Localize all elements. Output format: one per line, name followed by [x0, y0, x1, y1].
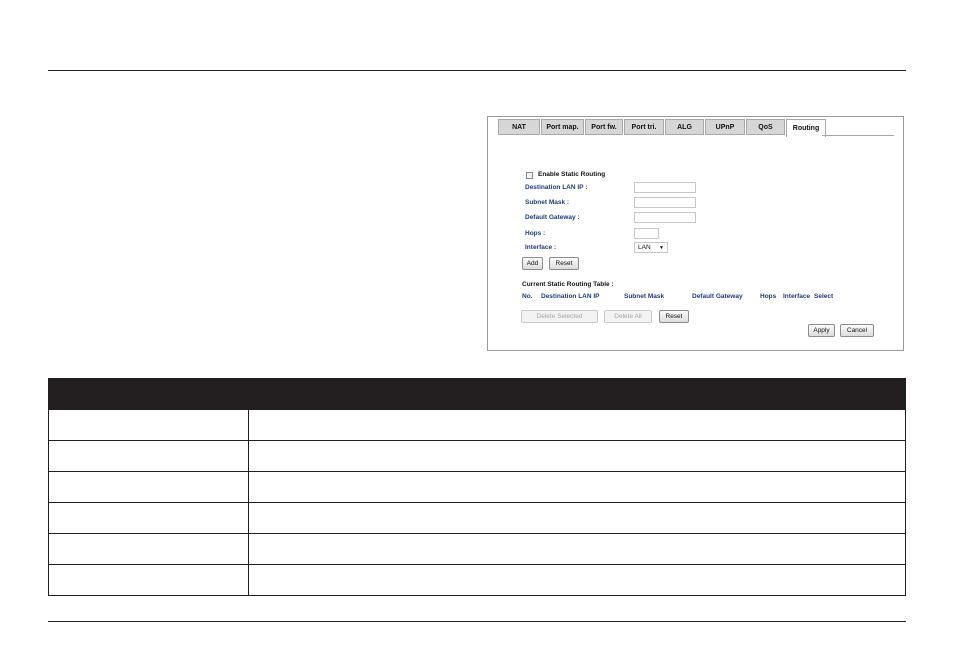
- enable-static-routing-checkbox[interactable]: [526, 172, 533, 179]
- reset-table-button[interactable]: Reset: [659, 310, 689, 323]
- top-rule: [48, 70, 906, 71]
- tab-upnp[interactable]: UPnP: [705, 119, 745, 135]
- add-button[interactable]: Add: [522, 257, 543, 270]
- tab-nat[interactable]: NAT: [498, 119, 540, 135]
- table-header-row: [48, 378, 906, 410]
- tab-qos[interactable]: QoS: [746, 119, 785, 135]
- table-cell: [248, 440, 906, 472]
- chevron-down-icon: ▼: [659, 244, 664, 251]
- routing-screenshot-panel: NAT Port map. Port fw. Port tri. ALG UPn…: [487, 116, 904, 351]
- default-gateway-input[interactable]: [634, 212, 696, 223]
- hops-input[interactable]: [634, 228, 659, 239]
- table-row: [48, 409, 906, 441]
- col-hops: Hops: [760, 293, 777, 300]
- subnet-mask-label: Subnet Mask :: [525, 199, 570, 206]
- routing-table-title: Current Static Routing Table :: [522, 281, 614, 288]
- table-cell: [48, 409, 249, 441]
- table-cell: [248, 502, 906, 534]
- subnet-mask-input[interactable]: [634, 197, 696, 208]
- cancel-button[interactable]: Cancel: [840, 324, 874, 337]
- tab-routing[interactable]: Routing: [786, 119, 826, 137]
- hops-label: Hops :: [525, 230, 546, 237]
- table-cell: [248, 471, 906, 503]
- enable-static-routing-label: Enable Static Routing: [538, 171, 606, 178]
- table-cell: [48, 440, 249, 472]
- col-subnet-mask: Subnet Mask: [624, 293, 665, 300]
- destination-lan-ip-input[interactable]: [634, 182, 696, 193]
- table-header-cell: [48, 378, 249, 410]
- tab-port-map[interactable]: Port map.: [541, 119, 584, 135]
- table-cell: [48, 564, 249, 596]
- description-table: [48, 378, 906, 596]
- col-no: No.: [522, 293, 533, 300]
- apply-button[interactable]: Apply: [808, 324, 835, 337]
- tab-alg[interactable]: ALG: [665, 119, 704, 135]
- tab-bar: NAT Port map. Port fw. Port tri. ALG UPn…: [498, 119, 827, 137]
- interface-select[interactable]: LAN ▼: [634, 242, 668, 253]
- table-row: [48, 471, 906, 503]
- bottom-rule: [48, 621, 906, 622]
- col-select: Select: [814, 293, 834, 300]
- table-cell: [48, 471, 249, 503]
- table-row: [48, 502, 906, 534]
- destination-lan-ip-label: Destination LAN IP :: [525, 184, 588, 191]
- table-cell: [248, 533, 906, 565]
- table-cell: [248, 564, 906, 596]
- col-destination-lan-ip: Destination LAN IP: [541, 293, 600, 300]
- col-default-gateway: Default Gateway: [692, 293, 743, 300]
- reset-form-button[interactable]: Reset: [549, 257, 579, 270]
- delete-all-button[interactable]: Delete All: [604, 310, 652, 323]
- interface-select-value: LAN: [638, 244, 651, 251]
- tab-port-fw[interactable]: Port fw.: [585, 119, 623, 135]
- table-cell: [48, 533, 249, 565]
- table-cell: [48, 502, 249, 534]
- col-interface: Interface: [783, 293, 811, 300]
- table-cell: [248, 409, 906, 441]
- table-row: [48, 440, 906, 472]
- default-gateway-label: Default Gateway :: [525, 214, 580, 221]
- tab-divider: [822, 135, 894, 136]
- table-header-cell: [248, 378, 906, 410]
- table-row: [48, 564, 906, 596]
- delete-selected-button[interactable]: Delete Selected: [521, 310, 598, 323]
- interface-label: Interface :: [525, 244, 557, 251]
- tab-port-tri[interactable]: Port tri.: [624, 119, 664, 135]
- table-row: [48, 533, 906, 565]
